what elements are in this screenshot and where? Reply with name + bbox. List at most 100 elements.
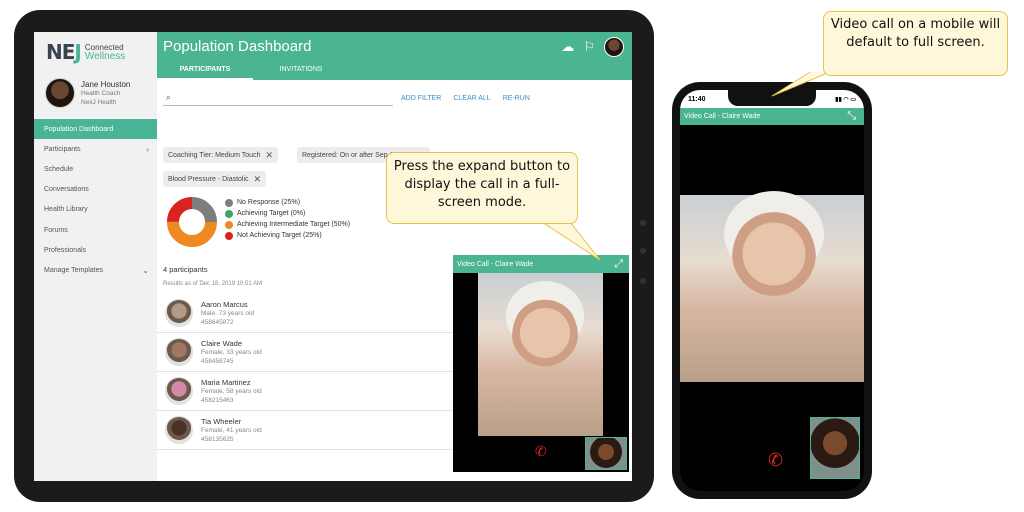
- add-filter-button[interactable]: ADD FILTER: [401, 95, 441, 102]
- participant-name: Maria Martinez: [201, 377, 251, 387]
- participant-count: 4 participants: [163, 265, 208, 274]
- sidebar-item-conversations[interactable]: Conversations: [34, 180, 157, 200]
- close-icon[interactable]: ✕: [254, 174, 262, 185]
- legend-item: Achieving Target (0%): [225, 208, 350, 219]
- phone-call-bar: Video Call - Claire Wade ⤡: [680, 108, 864, 125]
- sidebar-item-label: Professionals: [44, 246, 87, 254]
- tablet-sensor: [640, 278, 646, 284]
- collapse-icon[interactable]: ⤡: [847, 110, 856, 123]
- results-timestamp: Results as of Dec 18, 2019 10:51 AM: [163, 281, 263, 287]
- legend-label: Achieving Intermediate Target (50%): [237, 221, 351, 228]
- chat-icon[interactable]: ☁: [561, 39, 574, 55]
- participant-id: 458458745: [201, 357, 234, 365]
- self-video: [810, 417, 860, 479]
- phone-screen: 11:40 ▮▮ ◠ ▭ Video Call - Claire Wade ⤡ …: [680, 90, 864, 491]
- avatar: [45, 78, 75, 108]
- callout-tablet: Press the expand button to display the c…: [386, 152, 578, 224]
- page-title: Population Dashboard: [163, 38, 312, 55]
- participant-meta: Male, 73 years old: [201, 309, 255, 317]
- sidebar-item-label: Conversations: [44, 186, 89, 194]
- self-video: [585, 437, 627, 470]
- list-item[interactable]: Maria Martinez Female, 58 years old 458215…: [157, 372, 457, 411]
- participant-id: 458645872: [201, 318, 234, 326]
- re-run-button[interactable]: RE-RUN: [503, 95, 530, 102]
- logo-text: Connected Wellness: [84, 43, 126, 62]
- sidebar: NEJ Connected Wellness Jane Houston Heal…: [34, 32, 157, 481]
- remote-video: [478, 273, 603, 436]
- clear-all-button[interactable]: CLEAR ALL: [453, 95, 490, 102]
- sidebar-item-manage-templates[interactable]: Manage Templates ⌄: [34, 260, 157, 280]
- sidebar-item-label: Schedule: [44, 165, 74, 173]
- filter-chip: Blood Pressure - Diastolic ✕: [163, 171, 267, 187]
- tab-invitations[interactable]: INVITATIONS: [253, 66, 349, 80]
- tablet-sensor: [640, 248, 646, 254]
- avatar: [165, 338, 193, 366]
- legend-item: No Response (25%): [225, 197, 350, 208]
- legend-label: Achieving Target (0%): [237, 210, 306, 217]
- search-icon: ⌕: [166, 92, 172, 102]
- close-icon[interactable]: ✕: [265, 150, 273, 161]
- legend-dot: [225, 220, 233, 229]
- participant-name: Aaron Marcus: [201, 299, 248, 309]
- profile-org: NexJ Health: [81, 98, 117, 106]
- participant-name: Claire Wade: [201, 338, 242, 348]
- expand-icon[interactable]: ⤢: [614, 258, 623, 271]
- profile[interactable]: Jane Houston Health Coach NexJ Health: [45, 78, 130, 108]
- legend-dot: [225, 209, 233, 218]
- avatar: [165, 299, 193, 327]
- participant-meta: Female, 58 years old: [201, 387, 262, 395]
- callout-pointer: [541, 221, 601, 261]
- chart-legend: No Response (25%) Achieving Target (0%) Ac…: [225, 197, 350, 241]
- participant-id: 458135625: [201, 435, 234, 443]
- participant-id: 458215463: [201, 396, 234, 404]
- chevron-icon: ›: [146, 144, 149, 154]
- sidebar-item-label: Population Dashboard: [44, 125, 114, 133]
- sidebar-item-participants[interactable]: Participants ›: [34, 139, 157, 159]
- sidebar-item-schedule[interactable]: Schedule: [34, 159, 157, 179]
- list-item[interactable]: Aaron Marcus Male, 73 years old 458645872: [157, 294, 457, 333]
- sidebar-item-professionals[interactable]: Professionals: [34, 240, 157, 260]
- sidebar-item-label: Health Library: [44, 206, 88, 214]
- chevron-icon: ⌄: [142, 265, 149, 275]
- avatar: [165, 416, 193, 444]
- legend-dot: [225, 198, 233, 207]
- legend-label: No Response (25%): [237, 199, 301, 206]
- video-call-title: Video Call - Claire Wade: [457, 260, 534, 268]
- avatar[interactable]: [604, 37, 624, 57]
- participant-list: Aaron Marcus Male, 73 years old 458645872 C…: [157, 294, 457, 450]
- tab-participants[interactable]: PARTICIPANTS: [157, 66, 253, 80]
- sidebar-item-population-dashboard[interactable]: Population Dashboard: [34, 119, 157, 140]
- filter-chip: Coaching Tier: Medium Touch ✕: [163, 147, 279, 163]
- participant-meta: Female, 41 years old: [201, 426, 262, 434]
- profile-role: Health Coach: [81, 89, 121, 97]
- participant-name: Tia Wheeler: [201, 416, 242, 426]
- legend-dot: [225, 231, 233, 240]
- list-item[interactable]: Tia Wheeler Female, 41 years old 458135625: [157, 411, 457, 450]
- logo: NEJ Connected Wellness: [46, 40, 125, 64]
- video-call-title: Video Call - Claire Wade: [684, 113, 761, 120]
- tablet-camera: [640, 220, 646, 226]
- legend-item: Not Achieving Target (25%): [225, 230, 350, 241]
- legend-item: Achieving Intermediate Target (50%): [225, 219, 350, 230]
- remote-video: [680, 191, 864, 382]
- participant-meta: Female, 33 years old: [201, 348, 262, 356]
- logo-mark: NEJ: [46, 40, 82, 64]
- search-input[interactable]: ⌕: [163, 90, 393, 106]
- callout-phone: Video call on a mobile will default to f…: [823, 11, 1008, 76]
- profile-name: Jane Houston: [81, 79, 131, 89]
- sidebar-item-label: Forums: [44, 226, 68, 234]
- legend-label: Not Achieving Target (25%): [237, 232, 322, 239]
- sidebar-item-health-library[interactable]: Health Library: [34, 200, 157, 220]
- avatar: [165, 377, 193, 405]
- flag-icon[interactable]: ⚐: [583, 39, 595, 55]
- sidebar-item-label: Manage Templates: [44, 266, 104, 274]
- sidebar-item-forums[interactable]: Forums: [34, 220, 157, 240]
- header: Population Dashboard ☁ ⚐ PARTICIPANTS IN…: [157, 32, 632, 80]
- hangup-icon[interactable]: ✆: [768, 450, 783, 471]
- sidebar-nav: Population Dashboard Participants › Schedul…: [34, 119, 157, 281]
- list-item[interactable]: Claire Wade Female, 33 years old 458458745: [157, 333, 457, 372]
- donut-chart: [167, 197, 217, 247]
- sidebar-item-label: Participants: [44, 145, 81, 153]
- video-call-window: Video Call - Claire Wade ⤢ ✆: [453, 255, 629, 472]
- hangup-icon[interactable]: ✆: [535, 443, 547, 460]
